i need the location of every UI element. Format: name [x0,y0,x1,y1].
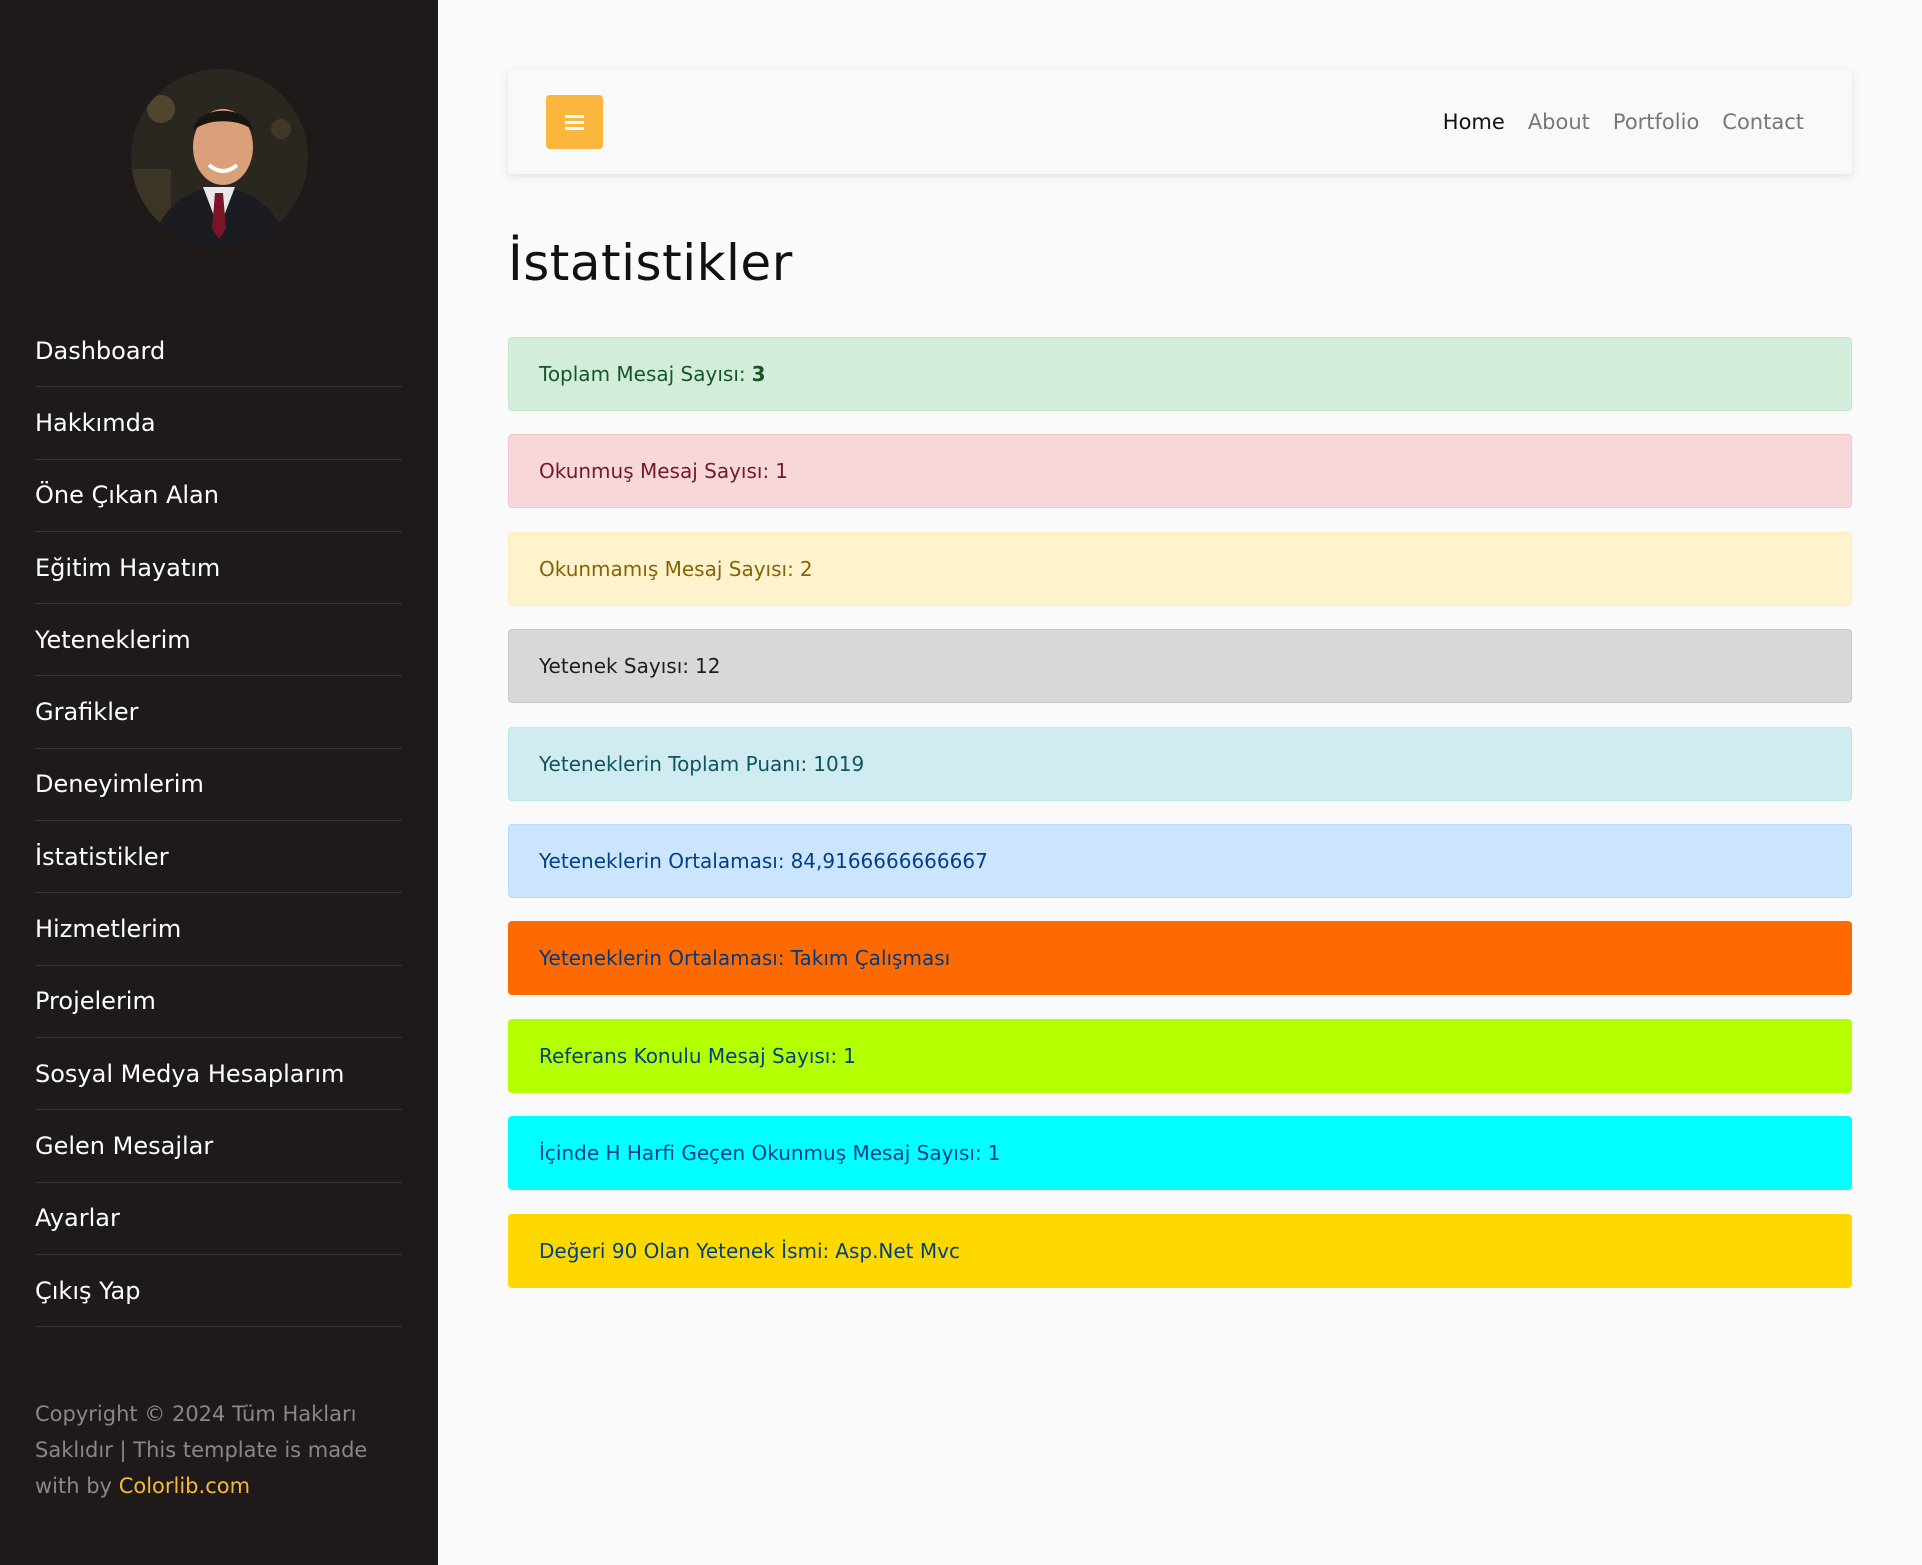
sidebar-item-dashboard[interactable]: Dashboard [35,315,402,388]
stat-alert: Okunmamış Mesaj Sayısı: 2 [508,531,1852,606]
stat-label: Okunmuş Mesaj Sayısı: [539,459,770,484]
stat-alert: Toplam Mesaj Sayısı: 3 [508,337,1852,411]
top-navbar: Home About Portfolio Contact [508,70,1852,174]
sidebar-item-label[interactable]: Yeteneklerim [35,626,191,654]
sidebar-item-one-cikan-alan[interactable]: Öne Çıkan Alan [35,460,402,532]
stat-label: Referans Konulu Mesaj Sayısı: [539,1043,838,1068]
stat-label: Toplam Mesaj Sayısı: [539,362,746,386]
stat-value: 1 [775,459,788,484]
stat-alert: Yetenek Sayısı: 12 [508,629,1852,704]
stat-label: Yeteneklerin Toplam Puanı: [539,751,808,776]
sidebar-nav: Dashboard Hakkımda Öne Çıkan Alan Eğitim… [35,315,402,1328]
stat-value: 84,9166666666667 [790,848,988,873]
sidebar-item-label[interactable]: Çıkış Yap [35,1277,140,1305]
sidebar-item-egitim-hayatim[interactable]: Eğitim Hayatım [35,532,402,605]
sidebar-item-deneyimlerim[interactable]: Deneyimlerim [35,749,402,822]
nav-link-portfolio[interactable]: Portfolio [1613,110,1699,134]
sidebar-item-label[interactable]: Hakkımda [35,409,156,437]
sidebar-item-gelen-mesajlar[interactable]: Gelen Mesajlar [35,1110,402,1183]
stat-alert: Yeteneklerin Ortalaması: Takım Çalışması [508,921,1852,996]
stat-value: 1 [843,1043,856,1068]
page-title: İstatistikler [508,234,793,292]
stat-value: 2 [799,556,813,581]
sidebar-item-hizmetlerim[interactable]: Hizmetlerim [35,893,402,966]
sidebar-item-grafikler[interactable]: Grafikler [35,676,402,749]
stat-value: 3 [751,362,766,386]
stat-value: Takım Çalışması [790,946,951,971]
footer-brand-link[interactable]: Colorlib.com [119,1474,250,1498]
stat-label: Yetenek Sayısı: [539,654,689,679]
sidebar-item-ayarlar[interactable]: Ayarlar [35,1183,402,1255]
sidebar-item-label[interactable]: Grafikler [35,698,139,726]
sidebar-item-label[interactable]: İstatistikler [35,843,169,871]
sidebar-item-label[interactable]: Projelerim [35,987,156,1015]
stat-label: Okunmamış Mesaj Sayısı: [539,556,794,581]
stat-alert: Yeteneklerin Toplam Puanı: 1019 [508,726,1852,801]
sidebar-item-label[interactable]: Dashboard [35,337,165,365]
nav-link-home[interactable]: Home [1443,110,1505,134]
menu-toggle-button[interactable] [546,95,603,149]
sidebar-item-yeteneklerim[interactable]: Yeteneklerim [35,604,402,677]
sidebar-item-label[interactable]: Deneyimlerim [35,770,204,798]
stat-label: Yeteneklerin Ortalaması: [539,946,785,971]
stats-list: Toplam Mesaj Sayısı: 3 Okunmuş Mesaj Sayıs… [508,337,1852,1311]
sidebar-item-label[interactable]: Öne Çıkan Alan [35,481,219,509]
nav-link-about[interactable]: About [1528,110,1590,134]
sidebar-item-label[interactable]: Ayarlar [35,1204,120,1232]
avatar[interactable] [131,69,308,246]
stat-value: 1 [987,1141,1001,1166]
stat-alert: Değeri 90 Olan Yetenek İsmi: Asp.Net Mvc [508,1213,1852,1288]
sidebar-item-istatistikler[interactable]: İstatistikler [35,821,402,894]
sidebar-item-cikis-yap[interactable]: Çıkış Yap [35,1255,402,1328]
sidebar-footer: Copyright © 2024 Tüm Hakları Saklıdır | … [35,1396,410,1504]
stat-value: 12 [695,654,721,679]
stat-value: Asp.Net Mvc [835,1238,960,1263]
sidebar-item-hakkimda[interactable]: Hakkımda [35,387,402,460]
stat-alert: Yeteneklerin Ortalaması: 84,9166666666667 [508,823,1852,898]
stat-alert: Okunmuş Mesaj Sayısı: 1 [508,434,1852,509]
stat-alert: Referans Konulu Mesaj Sayısı: 1 [508,1018,1852,1093]
sidebar-item-label[interactable]: Sosyal Medya Hesaplarım [35,1060,344,1088]
main-content: Home About Portfolio Contact İstatistikl… [438,0,1922,1565]
stat-alert: İçinde H Harfi Geçen Okunmuş Mesaj Sayıs… [508,1116,1852,1191]
sidebar-item-label[interactable]: Gelen Mesajlar [35,1132,213,1160]
top-nav-links: Home About Portfolio Contact [1443,70,1804,174]
stat-value: 1019 [813,751,865,776]
sidebar-item-projelerim[interactable]: Projelerim [35,966,402,1038]
sidebar-item-label[interactable]: Eğitim Hayatım [35,554,220,582]
stat-label: Yeteneklerin Ortalaması: [539,848,785,873]
nav-link-contact[interactable]: Contact [1722,110,1804,134]
sidebar-item-sosyal-medya[interactable]: Sosyal Medya Hesaplarım [35,1038,402,1111]
sidebar: Dashboard Hakkımda Öne Çıkan Alan Eğitim… [0,0,438,1565]
sidebar-item-label[interactable]: Hizmetlerim [35,915,181,943]
hamburger-icon [565,112,584,133]
stat-label: İçinde H Harfi Geçen Okunmuş Mesaj Sayıs… [539,1141,982,1166]
stat-label: Değeri 90 Olan Yetenek İsmi: [539,1238,830,1263]
